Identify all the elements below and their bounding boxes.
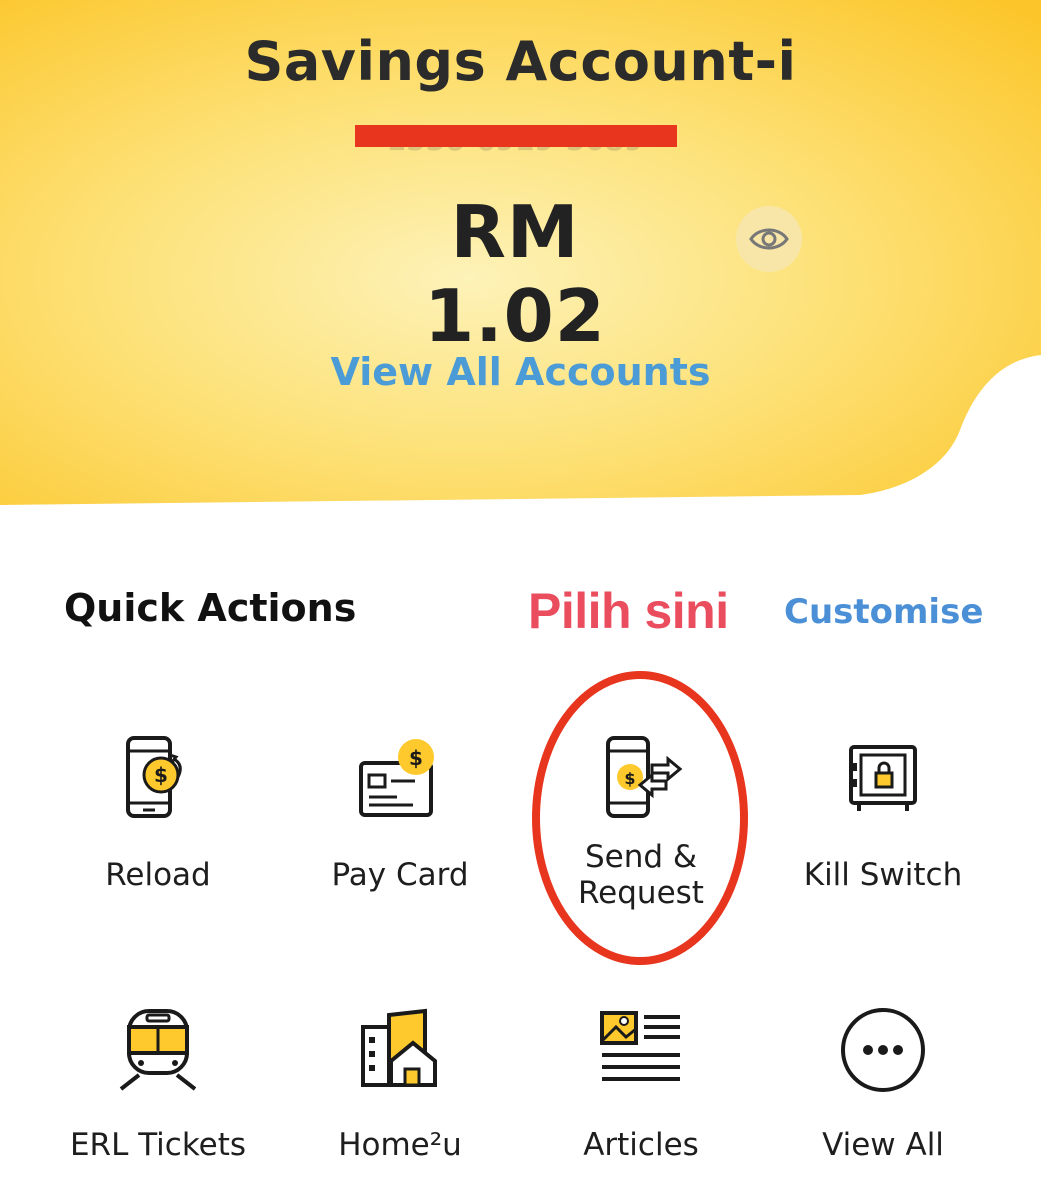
home-building-icon: [361, 1008, 437, 1087]
account-name: Savings Account-i: [244, 30, 797, 93]
quick-action-label: Reload: [105, 857, 211, 893]
annotation-highlight-ellipse: [532, 671, 748, 965]
article-icon: [600, 1011, 680, 1081]
credit-card-icon: $: [359, 739, 434, 817]
quick-action-reload[interactable]: $ Reload: [38, 735, 278, 905]
quick-actions-title: Quick Actions: [64, 586, 357, 630]
svg-text:$: $: [409, 746, 423, 770]
quick-action-kill-switch[interactable]: Kill Switch: [763, 735, 1003, 905]
phone-reload-icon: $: [126, 736, 182, 818]
train-icon: [119, 1009, 197, 1091]
quick-action-view-all[interactable]: View All: [763, 1005, 1003, 1175]
quick-action-label: Kill Switch: [803, 857, 963, 893]
redaction-bar: [355, 125, 677, 147]
customise-link[interactable]: Customise: [784, 592, 983, 632]
more-dots-icon: [841, 1008, 925, 1092]
quick-action-label: Home²u: [338, 1127, 462, 1163]
svg-text:$: $: [154, 763, 168, 787]
quick-action-label: Pay Card: [331, 857, 469, 893]
eye-icon: [749, 228, 789, 250]
quick-action-label: ERL Tickets: [69, 1127, 247, 1163]
quick-action-label: Articles: [583, 1127, 699, 1163]
quick-action-erl-tickets[interactable]: ERL Tickets: [38, 1005, 278, 1175]
view-all-accounts-link[interactable]: View All Accounts: [0, 350, 1041, 394]
quick-action-pay-card[interactable]: $ Pay Card: [280, 735, 520, 905]
quick-action-label: View All: [822, 1127, 944, 1163]
quick-action-articles[interactable]: Articles: [521, 1005, 761, 1175]
toggle-balance-button[interactable]: [736, 206, 802, 272]
quick-action-home2u[interactable]: Home²u: [280, 1005, 520, 1175]
annotation-pointer-text: Pilih sini: [528, 583, 729, 639]
account-balance: RM 1.02: [424, 190, 606, 358]
safe-lock-icon: [849, 745, 917, 811]
